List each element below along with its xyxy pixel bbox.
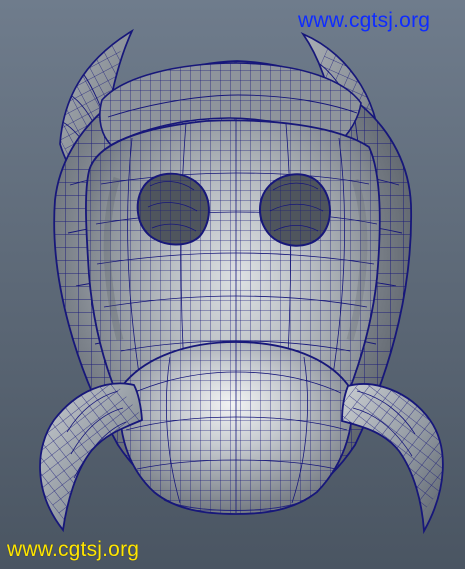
top-watermark-text: www.cgtsj.org [298,9,431,32]
cow-head-model-render [0,0,465,569]
bottom-watermark-text: www.cgtsj.org [7,538,140,561]
3d-viewport: www.cgtsj.org www.cgtsj.org [0,0,465,569]
